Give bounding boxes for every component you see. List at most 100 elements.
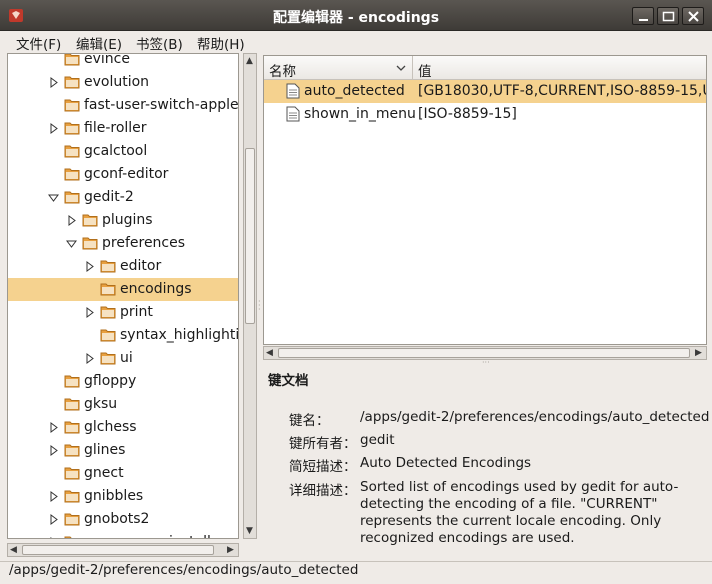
expander-collapsed-icon[interactable] — [48, 491, 59, 502]
tree-item[interactable]: glines — [8, 439, 238, 462]
tree-item[interactable]: evince — [8, 54, 238, 71]
expander-collapsed-icon[interactable] — [48, 123, 59, 134]
folder-icon — [64, 490, 80, 503]
folder-icon — [64, 145, 80, 158]
key-owner-label: 键所有者： — [289, 436, 357, 452]
folder-icon — [100, 329, 116, 342]
maximize-icon — [662, 11, 675, 22]
tree-item[interactable]: ui — [8, 347, 238, 370]
tree-item-label: preferences — [102, 235, 186, 251]
expander-collapsed-icon[interactable] — [84, 353, 95, 364]
key-owner-value: gedit — [360, 432, 395, 448]
folder-icon — [100, 352, 116, 365]
tree-item[interactable]: syntax_highlighting — [8, 324, 239, 347]
list-row[interactable]: auto_detected [GB18030,UTF-8,CURRENT,ISO… — [264, 80, 706, 103]
column-header-name[interactable]: 名称 — [264, 56, 413, 80]
short-desc-label: 简短描述： — [289, 459, 357, 475]
tree-item-label: gnome-app-install — [84, 534, 211, 538]
menu-bar: 文件(F) 编辑(E) 书签(B) 帮助(H) — [0, 31, 712, 53]
tree-item[interactable]: file-roller — [8, 117, 238, 140]
vertical-pane-grip-icon[interactable]: ··· — [482, 359, 490, 367]
window-title: 配置编辑器 - encodings — [272, 10, 440, 26]
folder-icon — [64, 122, 80, 135]
tree-item[interactable]: preferences — [8, 232, 238, 255]
tree-item-label: gedit-2 — [84, 189, 134, 205]
tree-item-label: syntax_highlighting — [120, 327, 239, 343]
expander-collapsed-icon[interactable] — [48, 537, 59, 539]
scroll-left-arrow-icon[interactable]: ◀ — [10, 545, 17, 555]
tree-hscroll-thumb[interactable] — [22, 545, 214, 555]
pane-grip-icon[interactable]: · · · — [258, 298, 261, 314]
column-header-value[interactable]: 值 — [413, 56, 706, 80]
expander-collapsed-icon[interactable] — [48, 445, 59, 456]
list-hscroll-thumb[interactable] — [278, 348, 690, 358]
short-desc-value: Auto Detected Encodings — [360, 455, 532, 471]
tree-horizontal-scrollbar[interactable]: ◀ ▶ — [7, 543, 239, 557]
tree-item[interactable]: gconf-editor — [8, 163, 238, 186]
folder-icon — [100, 260, 116, 273]
tree-item[interactable]: gnibbles — [8, 485, 238, 508]
expander-expanded-icon[interactable] — [66, 238, 77, 249]
tree-item[interactable]: print — [8, 301, 238, 324]
tree-item-label: gconf-editor — [84, 166, 169, 182]
tree-item[interactable]: gnome-app-install — [8, 531, 238, 539]
folder-icon — [64, 421, 80, 434]
tree-item[interactable]: glchess — [8, 416, 238, 439]
folder-icon — [64, 191, 80, 204]
menu-bookmarks[interactable]: 书签(B) — [136, 33, 183, 53]
long-desc-label: 详细描述： — [289, 483, 357, 499]
tree-item-label: plugins — [102, 212, 153, 228]
list-row[interactable]: shown_in_menu [ISO-8859-15] — [264, 103, 706, 126]
folder-icon — [82, 214, 98, 227]
key-tree[interactable]: evince evolution fast-user-switch-applet fi… — [7, 53, 239, 539]
tree-item-label: gnobots2 — [84, 511, 150, 527]
tree-item[interactable]: gnobots2 — [8, 508, 238, 531]
tree-item[interactable]: gksu — [8, 393, 238, 416]
folder-icon — [64, 444, 80, 457]
key-document-icon — [286, 106, 300, 122]
tree-item-label: glines — [84, 442, 126, 458]
tree-item[interactable]: editor — [8, 255, 238, 278]
scroll-up-arrow-icon[interactable]: ▲ — [246, 56, 253, 66]
expander-collapsed-icon[interactable] — [48, 422, 59, 433]
menu-file[interactable]: 文件(F) — [16, 33, 61, 53]
tree-item[interactable]: encodings — [8, 278, 238, 301]
tree-scroll-thumb[interactable] — [245, 148, 255, 324]
folder-icon — [64, 54, 80, 66]
column-value-label: 值 — [418, 64, 432, 80]
minimize-button[interactable] — [632, 7, 654, 25]
tree-item[interactable]: fast-user-switch-applet — [8, 94, 238, 117]
key-name-label: 键名： — [289, 413, 330, 429]
tree-item[interactable]: gedit-2 — [8, 186, 238, 209]
menu-edit[interactable]: 编辑(E) — [76, 33, 122, 53]
close-icon — [688, 11, 699, 22]
expander-expanded-icon[interactable] — [48, 192, 59, 203]
expander-collapsed-icon[interactable] — [66, 215, 77, 226]
scroll-right-arrow-icon[interactable]: ▶ — [227, 545, 234, 555]
scroll-right-arrow-icon[interactable]: ▶ — [695, 348, 702, 358]
tree-item[interactable]: plugins — [8, 209, 238, 232]
scroll-left-arrow-icon[interactable]: ◀ — [266, 348, 273, 358]
close-button[interactable] — [682, 7, 704, 25]
menu-help[interactable]: 帮助(H) — [197, 33, 245, 53]
folder-icon — [64, 467, 80, 480]
expander-collapsed-icon[interactable] — [48, 514, 59, 525]
tree-item-label: gnibbles — [84, 488, 144, 504]
tree-item[interactable]: gnect — [8, 462, 238, 485]
tree-item[interactable]: gcalctool — [8, 140, 238, 163]
tree-item-label: gfloppy — [84, 373, 137, 389]
tree-vertical-scrollbar[interactable]: ▲ ▼ — [243, 53, 257, 539]
scroll-down-arrow-icon[interactable]: ▼ — [246, 526, 253, 536]
tree-item[interactable]: evolution — [8, 71, 238, 94]
long-desc-value: Sorted list of encodings used by gedit f… — [360, 479, 679, 546]
expander-collapsed-icon[interactable] — [84, 307, 95, 318]
key-value-cell: [ISO-8859-15] — [418, 106, 517, 122]
maximize-button[interactable] — [657, 7, 679, 25]
expander-collapsed-icon[interactable] — [84, 261, 95, 272]
key-value-list[interactable]: 名称 值 auto_detected [GB18030,UTF-8,CURREN… — [263, 55, 707, 345]
folder-icon — [64, 513, 80, 526]
tree-item-label: print — [120, 304, 153, 320]
expander-collapsed-icon[interactable] — [48, 77, 59, 88]
tree-item[interactable]: gfloppy — [8, 370, 238, 393]
tree-item-label: editor — [120, 258, 162, 274]
